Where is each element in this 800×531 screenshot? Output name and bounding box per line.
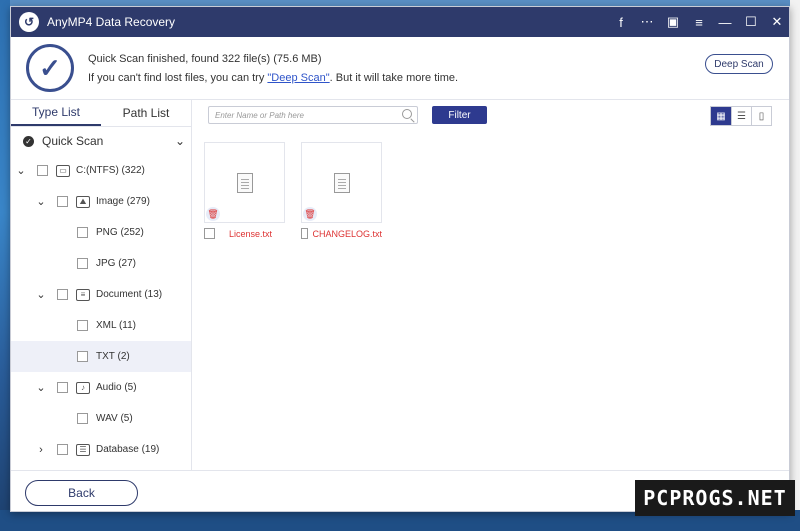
scan-result-summary: Quick Scan finished, found 322 file(s) (… [88,52,322,65]
checkbox[interactable] [77,227,88,238]
tree-item-label: Audio (5) [96,382,137,393]
filter-button[interactable]: Filter [432,106,487,124]
save-icon[interactable]: ▣ [661,7,685,37]
sidebar-tabs: Type List Path List [11,100,191,127]
scan-mode-dropdown[interactable]: ✓ Quick Scan ⌄ [11,127,191,155]
tree-item-label: TXT (2) [96,351,130,362]
scan-status-text: Quick Scan finished, found 322 file(s) (… [88,53,458,84]
desktop-background-right [790,0,800,531]
close-icon[interactable]: ✕ [765,7,789,37]
image-icon: ⛰ [76,195,90,208]
minimize-icon[interactable]: — [713,7,737,37]
tree-item-label: JPG (27) [96,258,137,269]
detail-view-icon[interactable]: ▯ [751,107,771,125]
tree-item-label: XML (11) [96,320,137,331]
chevron-down-icon: ⌄ [174,134,185,148]
deep-scan-hint: If you can't find lost files, you can tr… [88,72,458,84]
maximize-icon[interactable]: ☐ [739,7,763,37]
deep-scan-link[interactable]: "Deep Scan" [267,72,329,84]
checkbox[interactable] [57,444,68,455]
file-meta: CHANGELOG.txt [301,228,382,239]
checkbox[interactable] [301,228,309,239]
tree-item-png[interactable]: PNG (252) [11,217,191,248]
grid-view-icon[interactable]: ▦ [711,107,731,125]
chevron-down-icon[interactable]: ⌄ [35,288,47,301]
file-meta: License.txt [204,228,285,239]
tree-item-wav[interactable]: WAV (5) [11,403,191,434]
scan-mode-check-icon: ✓ [23,135,34,147]
deleted-trash-icon: 🗑 [303,207,317,221]
checkbox[interactable] [57,196,68,207]
audio-icon: ♪ [76,381,90,394]
search-icon[interactable] [402,109,412,119]
checkbox[interactable] [204,228,215,239]
tab-type-list[interactable]: Type List [11,100,101,126]
checkbox[interactable] [57,382,68,393]
tree-item-xml[interactable]: XML (11) [11,310,191,341]
watermark: PCPROGS.NET [635,480,795,516]
feedback-icon[interactable]: ⋯ [635,7,659,37]
app-logo-icon: ↺ [19,12,39,32]
checkbox[interactable] [77,351,88,362]
view-mode-switcher: ▦ ☰ ▯ [710,106,772,126]
file-thumbnail[interactable]: 🗑 [301,142,382,223]
tree-item-label: Document (13) [96,289,163,300]
search-placeholder: Enter Name or Path here [215,110,304,120]
tree-item-audio[interactable]: ⌄ ♪ Audio (5) [11,372,191,403]
tree-item-document[interactable]: ⌄ ≡ Document (13) [11,279,191,310]
file-thumbnail[interactable]: 🗑 [204,142,285,223]
tree-item-label: Database (19) [96,444,160,455]
list-view-icon[interactable]: ☰ [731,107,751,125]
deep-scan-hint-suffix: . But it will take more time. [329,71,459,84]
checkbox[interactable] [77,320,88,331]
chevron-right-icon[interactable]: › [35,444,47,456]
drive-icon: ▭ [56,164,70,177]
text-file-icon [333,172,350,193]
file-item[interactable]: 🗑 License.txt [204,142,285,239]
deep-scan-button[interactable]: Deep Scan [705,54,773,74]
scan-complete-check-icon: ✓ [26,44,74,92]
app-window: ↺ AnyMP4 Data Recovery f ⋯ ▣ ≡ — ☐ ✕ ✓ Q… [10,6,790,512]
file-item[interactable]: 🗑 CHANGELOG.txt [301,142,382,239]
database-icon: ☰ [76,443,90,456]
checkbox[interactable] [37,165,48,176]
deleted-trash-icon: 🗑 [206,207,220,221]
tab-path-list[interactable]: Path List [101,100,191,126]
scan-status-header: ✓ Quick Scan finished, found 322 file(s)… [11,37,789,100]
tree-item-label: C:(NTFS) (322) [76,165,145,176]
tree-item-label: PNG (252) [96,227,144,238]
chevron-down-icon[interactable]: ⌄ [35,381,47,394]
file-toolbar: Enter Name or Path here Filter ▦ ☰ ▯ [192,100,789,128]
back-button[interactable]: Back [25,480,138,506]
file-name: License.txt [229,228,273,239]
sidebar: Type List Path List ✓ Quick Scan ⌄ ⌄ ▭ C… [11,100,192,470]
checkbox[interactable] [77,258,88,269]
deep-scan-hint-prefix: If you can't find lost files, you can tr… [88,71,268,84]
checkbox[interactable] [57,289,68,300]
facebook-icon[interactable]: f [609,7,633,37]
chevron-down-icon[interactable]: ⌄ [15,164,27,177]
window-title: AnyMP4 Data Recovery [47,15,176,29]
file-grid: 🗑 License.txt 🗑 CHANGELOG.txt [204,142,398,239]
scan-mode-label: Quick Scan [42,134,104,148]
tree-item-txt[interactable]: TXT (2) [11,341,191,372]
tree-item-label: WAV (5) [96,413,133,424]
tree-item-database[interactable]: › ☰ Database (19) [11,434,191,465]
chevron-down-icon[interactable]: ⌄ [35,195,47,208]
document-icon: ≡ [76,288,90,301]
file-browser: Enter Name or Path here Filter ▦ ☰ ▯ 🗑 L… [192,100,789,470]
text-file-icon [236,172,253,193]
desktop-background-left [0,0,10,531]
tree-item-label: Image (279) [96,196,150,207]
tree-item-drive[interactable]: ⌄ ▭ C:(NTFS) (322) [11,155,191,186]
menu-icon[interactable]: ≡ [687,7,711,37]
tree-item-image[interactable]: ⌄ ⛰ Image (279) [11,186,191,217]
tree-item-jpg[interactable]: JPG (27) [11,248,191,279]
checkbox[interactable] [77,413,88,424]
file-name: CHANGELOG.txt [312,228,382,239]
title-bar: ↺ AnyMP4 Data Recovery f ⋯ ▣ ≡ — ☐ ✕ [11,7,789,37]
search-input[interactable]: Enter Name or Path here [208,106,418,124]
title-bar-controls: f ⋯ ▣ ≡ — ☐ ✕ [607,7,789,37]
